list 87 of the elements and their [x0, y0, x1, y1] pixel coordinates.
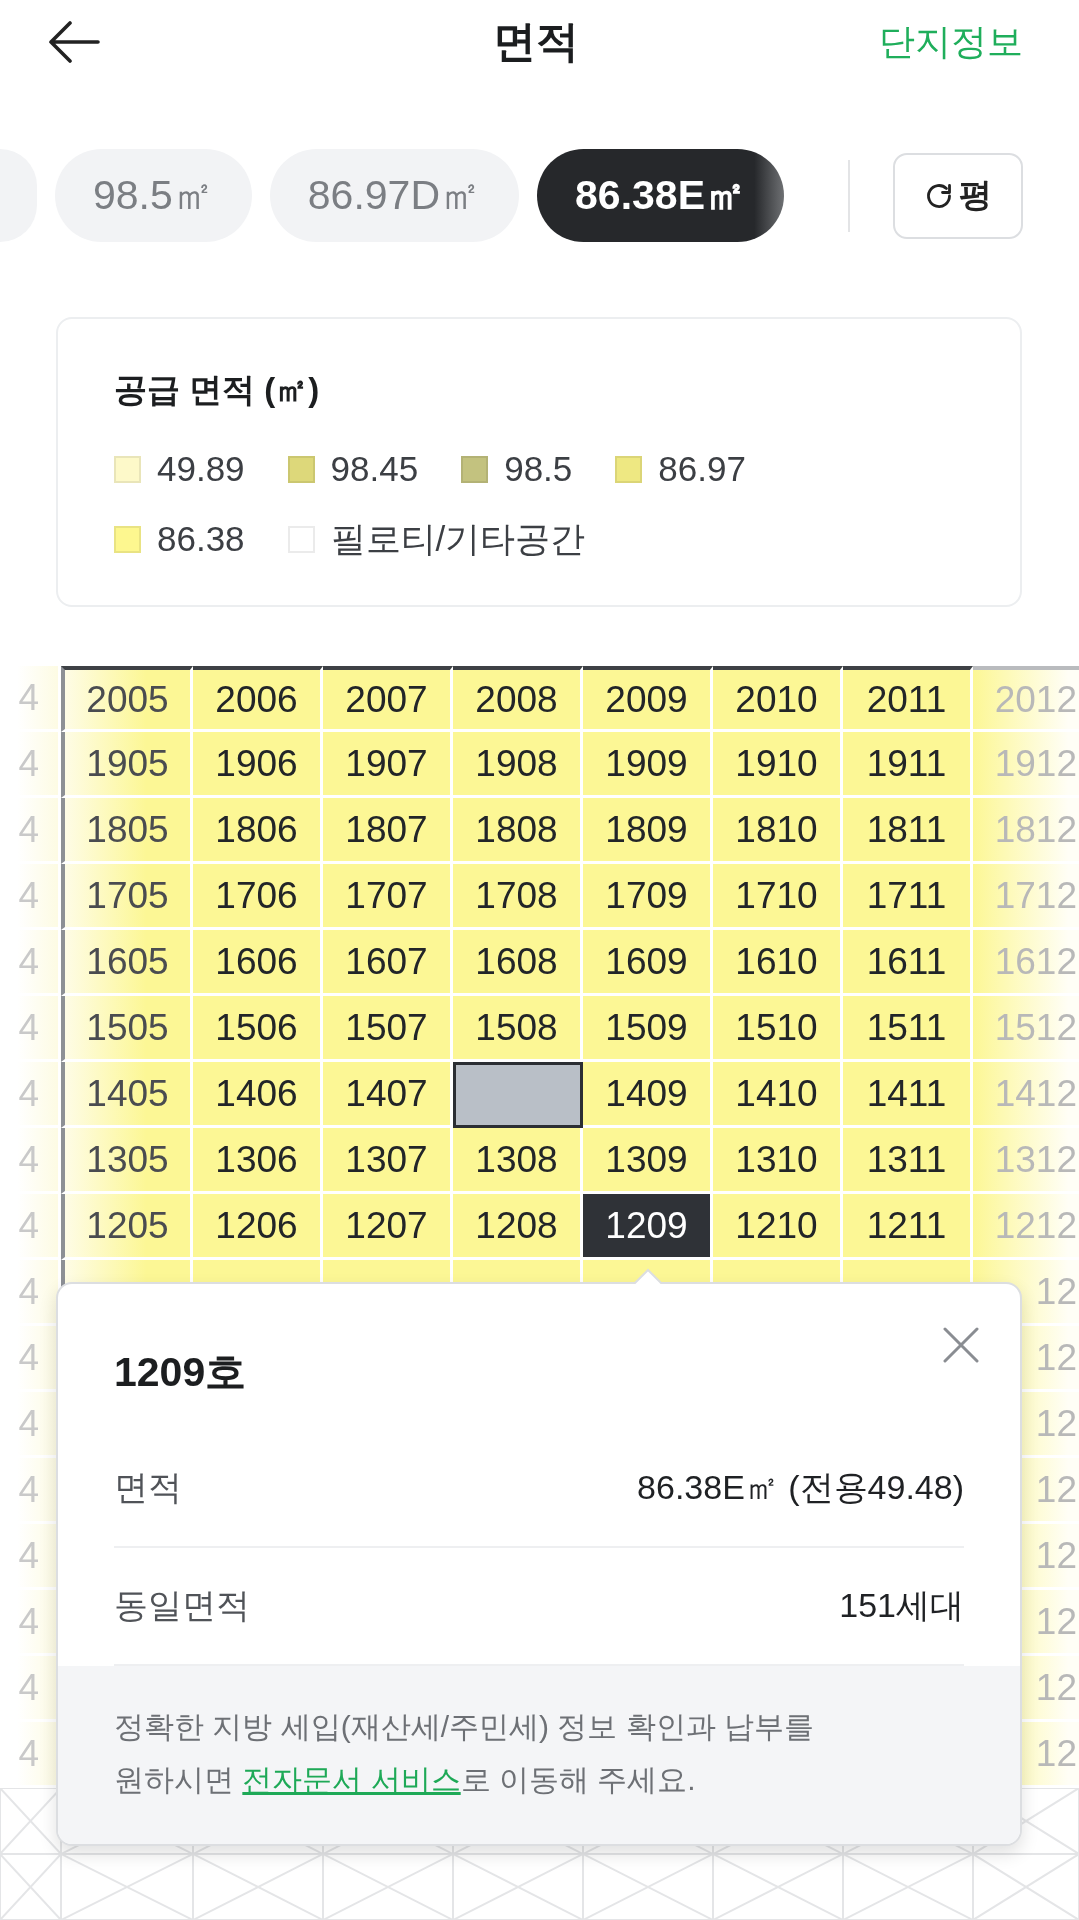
unit-cell[interactable]: 1406: [193, 1062, 323, 1128]
blank-unit-cell[interactable]: [453, 1062, 583, 1128]
unit-cell[interactable]: 2008: [453, 666, 583, 732]
left-arrow-icon: [48, 21, 100, 63]
unit-cell[interactable]: 1207: [323, 1194, 453, 1260]
unit-cell[interactable]: 1609: [583, 930, 713, 996]
unit-cell[interactable]: 1906: [193, 732, 323, 798]
unit-cell[interactable]: 1305: [61, 1128, 193, 1194]
unit-cell[interactable]: 2009: [583, 666, 713, 732]
unit-cell[interactable]: 1208: [453, 1194, 583, 1260]
close-button[interactable]: [943, 1327, 979, 1363]
unit-cell[interactable]: 2006: [193, 666, 323, 732]
unit-cell[interactable]: 1410: [713, 1062, 843, 1128]
unit-cell[interactable]: 1206: [193, 1194, 323, 1260]
unit-cell[interactable]: 1910: [713, 732, 843, 798]
info-label: 면적: [114, 1467, 182, 1508]
unit-cell[interactable]: 1809: [583, 798, 713, 864]
unit-cell[interactable]: 1506: [193, 996, 323, 1062]
unit-cell[interactable]: 1907: [323, 732, 453, 798]
unit-cell[interactable]: 1311: [843, 1128, 973, 1194]
unit-cell[interactable]: 1810: [713, 798, 843, 864]
unit-cell[interactable]: 1705: [61, 864, 193, 930]
unit-cell[interactable]: 1805: [61, 798, 193, 864]
unit-cell[interactable]: 1310: [713, 1128, 843, 1194]
unit-cell[interactable]: 1308: [453, 1128, 583, 1194]
unit-cell[interactable]: 1711: [843, 864, 973, 930]
info-label: 동일면적: [114, 1585, 250, 1626]
unit-cell[interactable]: 2010: [713, 666, 843, 732]
crossed-cell: [0, 1854, 61, 1920]
unit-cell[interactable]: 1508: [453, 996, 583, 1062]
legend-label: 86.38: [157, 518, 245, 560]
unit-cell[interactable]: 1706: [193, 864, 323, 930]
unit-cell[interactable]: 1608: [453, 930, 583, 996]
unit-cell[interactable]: 2011: [843, 666, 973, 732]
unit-cell[interactable]: 1309: [583, 1128, 713, 1194]
unit-cell[interactable]: 1509: [583, 996, 713, 1062]
unit-cell[interactable]: 1611: [843, 930, 973, 996]
unit-cell[interactable]: 1710: [713, 864, 843, 930]
legend-label: 98.5: [504, 448, 573, 490]
unit-cell[interactable]: 1708: [453, 864, 583, 930]
unit-cell[interactable]: 1610: [713, 930, 843, 996]
unit-toggle-button[interactable]: 평: [893, 152, 1023, 239]
unit-cell[interactable]: 1407: [323, 1062, 453, 1128]
rotate-arrow-icon: [924, 181, 953, 210]
unit-cell[interactable]: 1911: [843, 732, 973, 798]
unit-cell[interactable]: 2005: [61, 666, 193, 732]
unit-cell[interactable]: 1908: [453, 732, 583, 798]
legend-label: 98.45: [330, 448, 419, 490]
unit-cell[interactable]: 1405: [61, 1062, 193, 1128]
unit-cell[interactable]: 1209: [583, 1194, 713, 1260]
close-icon: [943, 1327, 979, 1363]
info-value: 86.38E㎡ (전용49.48): [637, 1467, 964, 1508]
area-tab[interactable]: 98.5㎡: [55, 149, 252, 242]
unit-cell[interactable]: 1605: [61, 930, 193, 996]
unit-cell[interactable]: 1205: [61, 1194, 193, 1260]
unit-cell[interactable]: 1607: [323, 930, 453, 996]
unit-cell[interactable]: 1307: [323, 1128, 453, 1194]
unit-cell[interactable]: 1409: [583, 1062, 713, 1128]
unit-cell[interactable]: 1808: [453, 798, 583, 864]
unit-cell[interactable]: 1411: [843, 1062, 973, 1128]
legend-label: 86.97: [658, 448, 746, 490]
unit-cell[interactable]: 1709: [583, 864, 713, 930]
unit-cell[interactable]: 1909: [583, 732, 713, 798]
unit-cell[interactable]: 1807: [323, 798, 453, 864]
back-button[interactable]: [48, 20, 100, 64]
unit-cell[interactable]: 1905: [61, 732, 193, 798]
popup-title: 1209호: [114, 1348, 247, 1397]
legend-title: 공급 면적 (㎡): [114, 370, 321, 410]
unit-cell[interactable]: 1211: [843, 1194, 973, 1260]
area-tab[interactable]: 86.97D㎡: [269, 149, 520, 242]
legend-label: 49.89: [157, 448, 245, 490]
unit-cell[interactable]: 1806: [193, 798, 323, 864]
unit-cell[interactable]: 1510: [713, 996, 843, 1062]
unit-cell[interactable]: 1507: [323, 996, 453, 1062]
unit-cell[interactable]: 1606: [193, 930, 323, 996]
legend-label: 필로티/기타공간: [330, 518, 586, 560]
area-tab[interactable]: 86.38E㎡: [537, 149, 784, 242]
unit-cell[interactable]: 1210: [713, 1194, 843, 1260]
unit-cell[interactable]: 2007: [323, 666, 453, 732]
unit-cell[interactable]: 1511: [843, 996, 973, 1062]
unit-cell[interactable]: 1505: [61, 996, 193, 1062]
unit-cell[interactable]: 1707: [323, 864, 453, 930]
page-title: 면적: [492, 16, 579, 68]
unit-cell[interactable]: 1811: [843, 798, 973, 864]
unit-cell[interactable]: 1306: [193, 1128, 323, 1194]
notice-text: 정확한 지방 세입(재산세/주민세) 정보 확인과 납부를 원하시면 전자문서 서비스로 이동해 주세요.: [114, 1709, 815, 1798]
info-value: 151세대: [839, 1585, 964, 1626]
